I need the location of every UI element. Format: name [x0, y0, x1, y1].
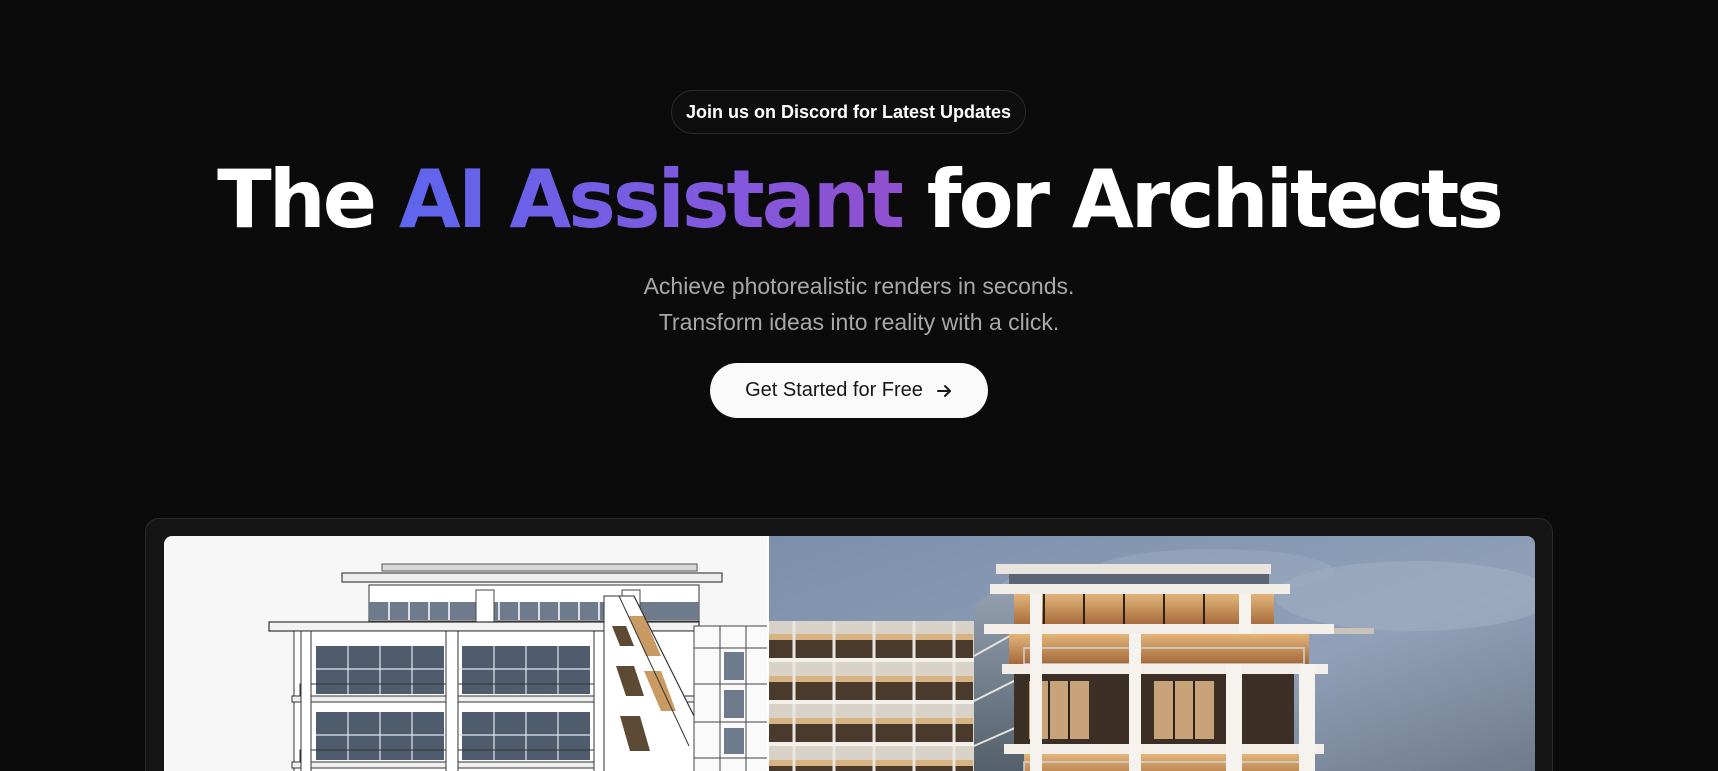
comparison-divider-handle[interactable]: [767, 536, 769, 771]
get-started-label: Get Started for Free: [745, 379, 923, 401]
subtitle-line-2: Transform ideas into reality with a clic…: [658, 309, 1060, 335]
get-started-button[interactable]: Get Started for Free: [710, 363, 988, 418]
page-title: The AI Assistant for Architects: [0, 148, 1718, 252]
discord-announcement-link[interactable]: Join us on Discord for Latest Updates: [671, 90, 1026, 134]
photorealistic-render: [768, 536, 1535, 771]
subtitle-line-1: Achieve photorealistic renders in second…: [643, 273, 1075, 299]
title-prefix: The: [217, 153, 399, 246]
before-after-comparison[interactable]: [164, 536, 1535, 771]
title-suffix: for Architects: [901, 153, 1504, 246]
hero-subtitle: Achieve photorealistic renders in second…: [0, 268, 1718, 340]
arrow-right-icon: [935, 382, 953, 400]
sketch-render: [164, 536, 769, 771]
title-highlight: AI Assistant: [398, 153, 905, 246]
hero-section: Join us on Discord for Latest Updates Th…: [0, 0, 1718, 771]
discord-announcement-label: Join us on Discord for Latest Updates: [685, 101, 1012, 122]
